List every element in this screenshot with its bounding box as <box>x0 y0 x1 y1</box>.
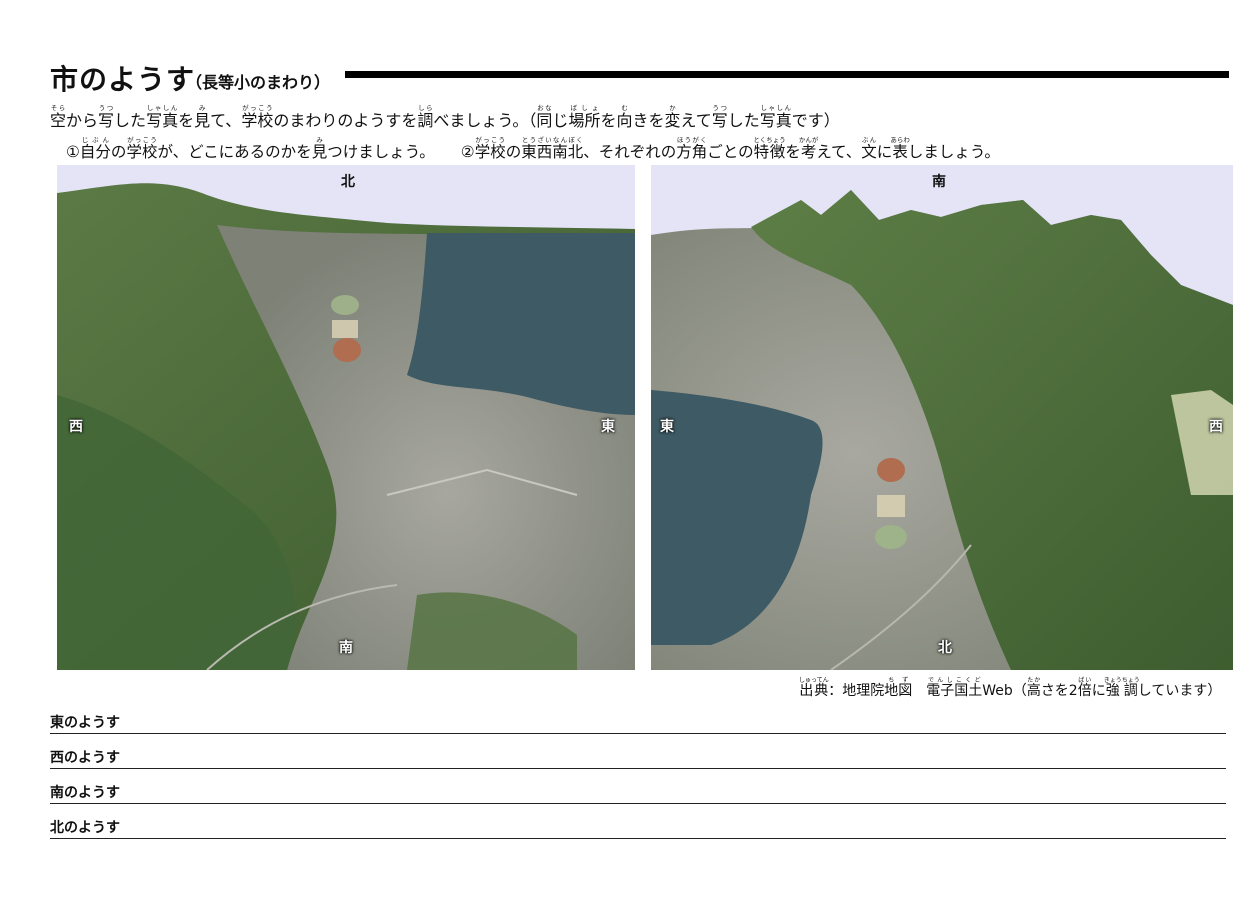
answer-label-north: 北のようす <box>50 820 120 836</box>
page-subtitle: （長等小のまわり） <box>186 73 331 92</box>
title-rule <box>345 71 1229 78</box>
direction-label-top: 南 <box>932 174 946 190</box>
answer-label-east: 東のようす <box>50 715 120 731</box>
direction-label-right: 東 <box>601 419 615 435</box>
direction-label-bottom: 南 <box>339 640 353 656</box>
title-row: 市のようす （長等小のまわり） <box>50 58 1230 96</box>
direction-label-left: 東 <box>660 419 674 435</box>
aerial-photo-south-up: 南 北 東 西 <box>651 165 1233 670</box>
answer-line-south[interactable]: 南のようす <box>50 783 1226 804</box>
page-title: 市のようす <box>50 63 196 96</box>
answer-line-north[interactable]: 北のようす <box>50 818 1226 839</box>
intro-text: 空そらから写うつした写真しゃしんを見みて、学校がっこうのまわりのようすを調しらべ… <box>50 104 840 130</box>
direction-label-right: 西 <box>1209 419 1223 435</box>
task-1: ①自分じぶんの学校がっこうが、どこにあるのかを見みつけましょう。 <box>66 136 435 161</box>
answer-label-south: 南のようす <box>50 785 120 801</box>
direction-label-top: 北 <box>341 174 355 190</box>
answer-line-west[interactable]: 西のようす <box>50 748 1226 769</box>
aerial-photo-north-up: 北 南 西 東 <box>57 165 635 670</box>
answer-line-east[interactable]: 東のようす <box>50 713 1226 734</box>
task-2: ②学校がっこうの東西南北とうざいなんぼく、それぞれの方角ほうがくごとの特徴とくち… <box>460 136 1000 161</box>
task-list: ①自分じぶんの学校がっこうが、どこにあるのかを見みつけましょう。 ②学校がっこうの… <box>66 136 1000 162</box>
source-credit: 出典しゅってん：地理院地図ちず 電子国土でんしこくどWeb（高たかさを2倍ばいに… <box>799 677 1222 699</box>
direction-label-left: 西 <box>69 419 83 435</box>
direction-label-bottom: 北 <box>938 640 952 656</box>
answer-label-west: 西のようす <box>50 750 120 766</box>
